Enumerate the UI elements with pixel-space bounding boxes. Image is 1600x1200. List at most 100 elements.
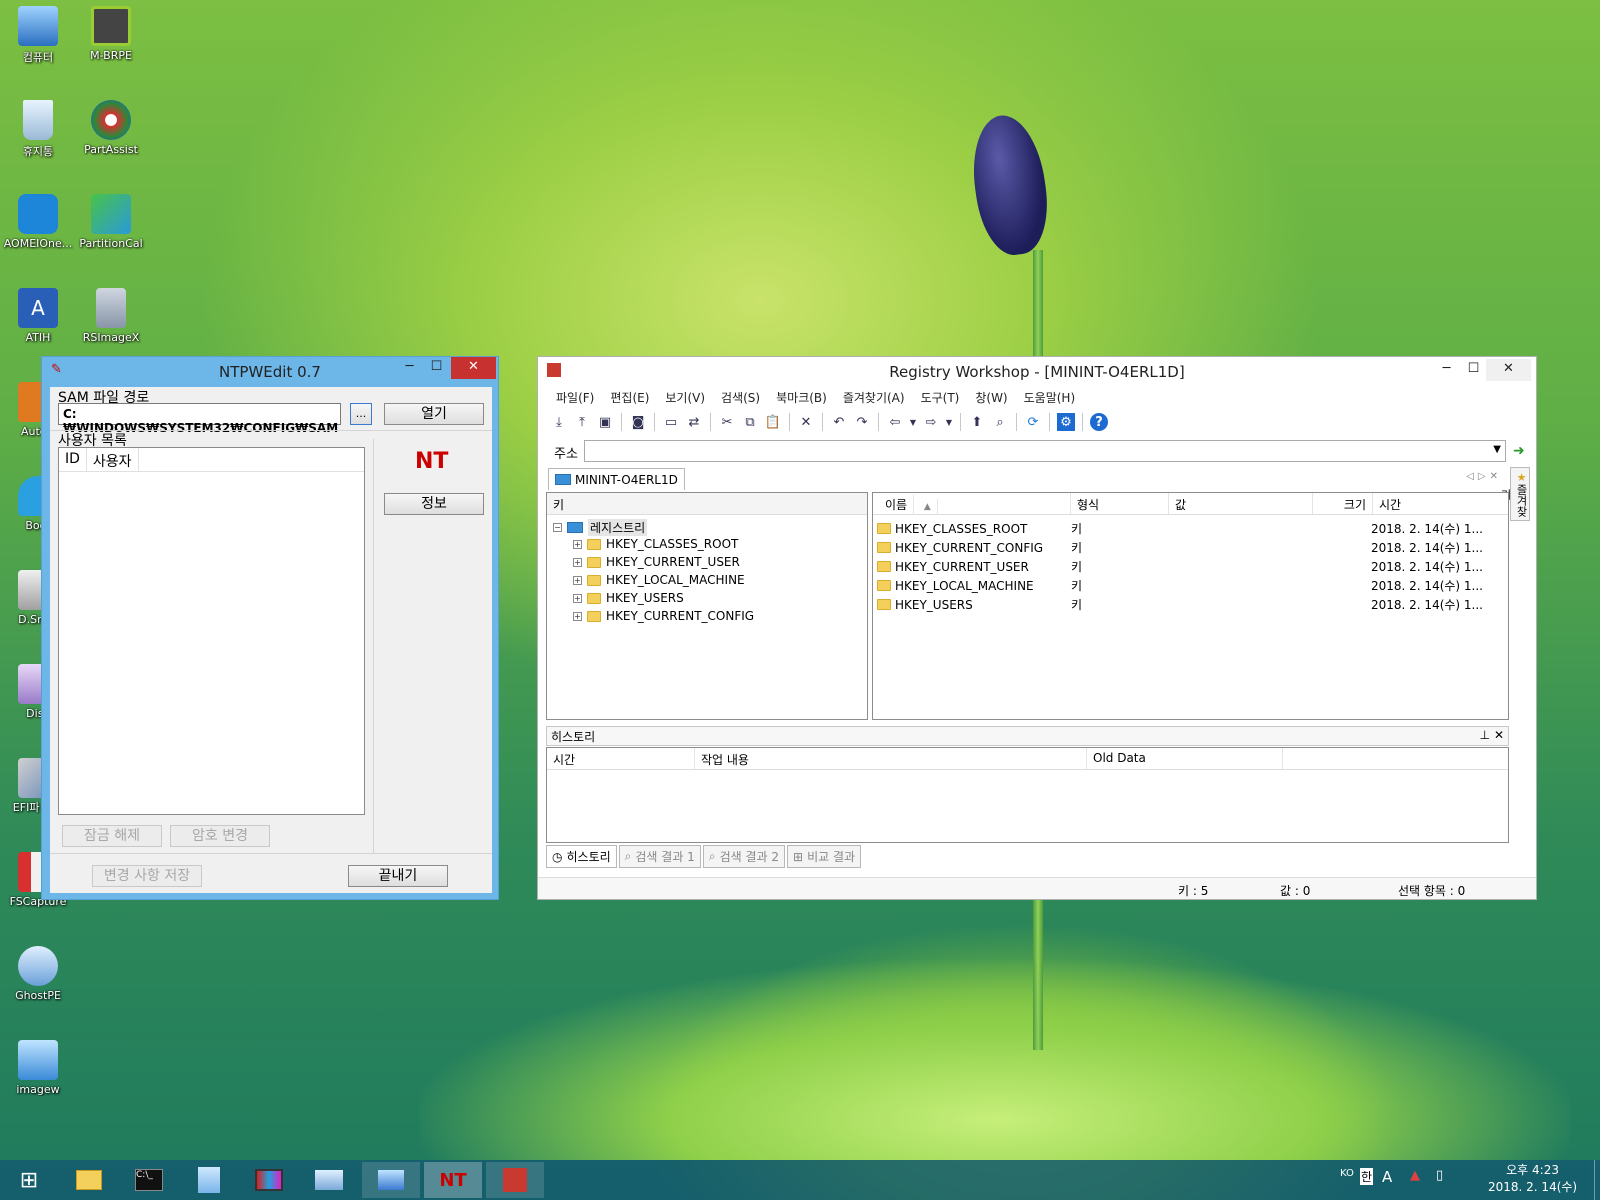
desktop-icon-imagew[interactable]: imagew (0, 1040, 76, 1096)
table-row[interactable]: HKEY_USERS 키 2018. 2. 14(수) 1... (877, 595, 1504, 614)
desktop-icon-partitioncal[interactable]: PartitionCal (73, 194, 149, 250)
close-icon[interactable]: ✕ (1494, 728, 1504, 742)
menu-search[interactable]: 검색(S) (713, 389, 768, 406)
connect-icon[interactable]: ▭ (662, 413, 680, 431)
tab-search-result-1[interactable]: ⌕ 검색 결과 1 (618, 845, 701, 868)
chevron-down-icon[interactable]: ▼ (1493, 444, 1501, 455)
desktop-icon-computer[interactable]: 컴퓨터 (0, 6, 76, 65)
taskbar-cmd[interactable]: C:\_ (120, 1162, 178, 1198)
expand-icon[interactable]: + (573, 557, 582, 567)
import-icon[interactable]: ⤓ (550, 413, 568, 431)
paste-icon[interactable]: 📋 (764, 413, 782, 431)
forward-icon[interactable]: ⇨ (922, 413, 940, 431)
unlock-button[interactable]: 잠금 해제 (62, 825, 162, 847)
disconnect-icon[interactable]: ⇄ (685, 413, 703, 431)
taskbar-network[interactable] (300, 1162, 358, 1198)
taskbar-ntpwedit[interactable]: NT (424, 1162, 482, 1198)
tree-item[interactable]: + HKEY_CURRENT_USER (573, 555, 740, 569)
minimize-button[interactable]: ─ (396, 357, 423, 379)
ntpwedit-window[interactable]: ✎ NTPWEdit 0.7 ─ ☐ ✕ SAM 파일 경로 C:₩WINDOW… (41, 356, 499, 900)
start-button[interactable]: ⊞ (0, 1162, 58, 1198)
language-indicator[interactable]: KO (1340, 1168, 1354, 1179)
desktop-icon-recycle-bin[interactable]: 휴지통 (0, 100, 76, 159)
tab-compare-result[interactable]: ⊞ 비교 결과 (787, 845, 862, 868)
maximize-button[interactable]: ☐ (1460, 359, 1487, 381)
desktop-icon-aomei[interactable]: AOMEIOne... (0, 194, 76, 250)
expand-icon[interactable]: + (573, 575, 582, 585)
show-desktop-button[interactable] (1594, 1160, 1600, 1200)
cut-icon[interactable]: ✂ (718, 413, 736, 431)
col-value[interactable]: 값 (1169, 493, 1313, 514)
taskbar-computer[interactable] (362, 1162, 420, 1198)
export-icon[interactable]: ⤒ (573, 413, 591, 431)
pin-icon[interactable]: ⊥ (1480, 728, 1490, 742)
tab-history[interactable]: ◷ 히스토리 (546, 845, 617, 868)
table-row[interactable]: HKEY_LOCAL_MACHINE 키 2018. 2. 14(수) 1... (877, 576, 1504, 595)
copy-icon[interactable]: ⧉ (741, 413, 759, 431)
menu-edit[interactable]: 편집(E) (602, 389, 657, 406)
desktop-icon-rsimagex[interactable]: RSImageX (73, 288, 149, 344)
exit-button[interactable]: 끝내기 (348, 865, 448, 887)
desktop-icon-partassist[interactable]: PartAssist (73, 100, 149, 156)
refresh-icon[interactable]: ⟳ (1024, 413, 1042, 431)
table-row[interactable]: HKEY_CLASSES_ROOT 키 2018. 2. 14(수) 1... (877, 519, 1504, 538)
taskbar-explorer[interactable] (60, 1162, 118, 1198)
key-tree-pane[interactable]: 키 − 레지스트리 + HKEY_CLASSES_ROOT + HKEY_CUR… (546, 492, 868, 720)
tree-item[interactable]: + HKEY_CURRENT_CONFIG (573, 609, 754, 623)
save-icon[interactable]: ▣ (596, 413, 614, 431)
col-history-action[interactable]: 작업 내용 (695, 748, 1087, 769)
tree-item[interactable]: + HKEY_CLASSES_ROOT (573, 537, 738, 551)
document-tab[interactable]: MININT-O4ERL1D (548, 468, 685, 490)
menu-tools[interactable]: 도구(T) (913, 389, 968, 406)
col-type[interactable]: 형식 (1071, 493, 1169, 514)
col-id[interactable]: ID (59, 448, 87, 471)
desktop-icon-mbrpe[interactable]: M-BRPE (73, 6, 149, 62)
save-changes-button[interactable]: 변경 사항 저장 (92, 865, 202, 887)
table-row[interactable]: HKEY_CURRENT_USER 키 2018. 2. 14(수) 1... (877, 557, 1504, 576)
close-button[interactable]: ✕ (451, 357, 496, 379)
change-password-button[interactable]: 암호 변경 (170, 825, 270, 847)
registry-titlebar[interactable]: Registry Workshop - [MININT-O4ERL1D] ─ ☐… (538, 357, 1536, 387)
help-icon[interactable]: ? (1090, 413, 1108, 431)
history-list[interactable]: 시간 작업 내용 Old Data (546, 747, 1509, 843)
expand-icon[interactable]: + (573, 539, 582, 549)
settings-icon[interactable]: ⚙ (1057, 413, 1075, 431)
desktop-icon-atih[interactable]: A ATIH (0, 288, 76, 344)
address-field[interactable]: ▼ (584, 440, 1506, 462)
col-name[interactable]: 이름 ▲ (873, 493, 1071, 515)
undo-icon[interactable]: ↶ (830, 413, 848, 431)
col-size[interactable]: 크기 (1313, 493, 1373, 514)
values-list-pane[interactable]: 이름 ▲ 형식 값 크기 시간 HKEY_CLASSES_ROOT 키 2018… (872, 492, 1509, 720)
col-user[interactable]: 사용자 (87, 448, 139, 471)
menu-help[interactable]: 도움말(H) (1016, 389, 1084, 406)
table-row[interactable]: HKEY_CURRENT_CONFIG 키 2018. 2. 14(수) 1..… (877, 538, 1504, 557)
col-history-old-data[interactable]: Old Data (1087, 748, 1283, 769)
camera-icon[interactable]: ◙ (629, 413, 647, 431)
chevron-down-icon[interactable]: ▼ (909, 413, 917, 431)
tree-item[interactable]: + HKEY_USERS (573, 591, 684, 605)
chevron-down-icon[interactable]: ▼ (945, 413, 953, 431)
tree-item[interactable]: + HKEY_LOCAL_MACHINE (573, 573, 745, 587)
info-button[interactable]: 정보 (384, 493, 484, 515)
notification-flag-icon[interactable]: ▲ (1410, 1168, 1420, 1183)
user-list[interactable]: ID 사용자 (58, 447, 365, 815)
tab-search-result-2[interactable]: ⌕ 검색 결과 2 (702, 845, 785, 868)
menu-window[interactable]: 창(W) (967, 389, 1015, 406)
search-icon[interactable]: ⌕ (991, 413, 1009, 431)
tree-root[interactable]: − 레지스트리 (553, 519, 648, 536)
registry-workshop-window[interactable]: Registry Workshop - [MININT-O4ERL1D] ─ ☐… (537, 356, 1537, 900)
sam-path-field[interactable]: C:₩WINDOWS₩SYSTEM32₩CONFIG₩SAM (58, 403, 341, 435)
tab-navigation[interactable]: ◁▷✕ (1466, 471, 1502, 482)
minimize-button[interactable]: ─ (1433, 359, 1460, 381)
menu-file[interactable]: 파일(F) (548, 389, 602, 406)
back-icon[interactable]: ⇦ (886, 413, 904, 431)
up-level-icon[interactable]: ⬆ (968, 413, 986, 431)
maximize-button[interactable]: ☐ (423, 357, 450, 379)
favorites-side-tab[interactable]: ★즐겨찾기 (1499, 467, 1530, 521)
delete-icon[interactable]: ✕ (797, 413, 815, 431)
menu-view[interactable]: 보기(V) (657, 389, 713, 406)
taskbar-registry-workshop[interactable] (486, 1162, 544, 1198)
expand-icon[interactable]: + (573, 593, 582, 603)
menu-favorites[interactable]: 즐겨찾기(A) (835, 389, 913, 406)
col-history-time[interactable]: 시간 (547, 748, 695, 769)
